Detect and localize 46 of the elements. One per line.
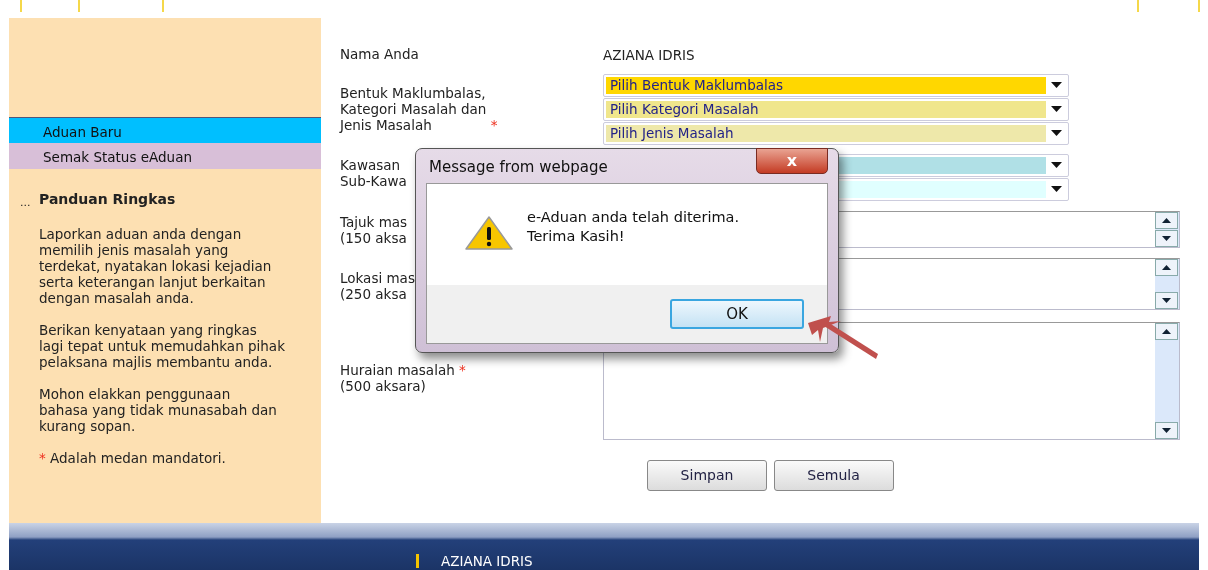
ok-button[interactable]: OK <box>670 299 804 329</box>
scroll-up-button[interactable] <box>1155 211 1178 229</box>
required-asterisk: * <box>459 361 466 378</box>
save-button[interactable]: Simpan <box>647 459 767 491</box>
field-label: Nama Anda <box>340 46 419 62</box>
scroll-down-button[interactable] <box>1155 291 1178 309</box>
reset-button[interactable]: Semula <box>773 459 894 491</box>
dropdown-caret-icon[interactable] <box>1050 106 1062 112</box>
field-label: Bentuk Maklumbalas, Kategori Masalah dan Jenis Masalah <box>340 84 487 133</box>
dropdown-field[interactable]: Pilih Kategori Masalah <box>603 97 1069 121</box>
dropdown-caret-icon[interactable] <box>1050 82 1062 88</box>
menu-item[interactable]: Semak Status eAduan <box>9 143 321 169</box>
field-value: AZIANA IDRIS <box>603 47 695 63</box>
down-arrow-icon[interactable] <box>1162 235 1171 241</box>
dialog-message: e-Aduan anda telah diterima. Terima Kasih! <box>527 208 740 246</box>
field-label: Lokasi mas (250 aksa <box>340 269 415 302</box>
dropdown-caret-icon[interactable] <box>1050 186 1062 192</box>
field-label: Kawasan Sub-Kawa <box>340 156 407 189</box>
required-asterisk: * <box>39 450 46 466</box>
field-label: Tajuk mas (150 aksa <box>340 213 408 246</box>
dropdown-caret-icon[interactable] <box>1050 162 1062 168</box>
scroll-up-button[interactable] <box>1155 258 1178 276</box>
guide-paragraph: Berikan kenyataan yang ringkas lagi tepat untuk memudahkan pihak pelaksana majlis membantu anda. <box>39 322 286 370</box>
user-name: AZIANA IDRIS <box>416 554 533 568</box>
up-arrow-icon[interactable] <box>1162 264 1171 270</box>
guide-paragraph: Mohon elakkan penggunaan bahasa yang tidak munasabah dan kurang sopan. <box>39 386 278 434</box>
field-note: (500 aksara) <box>340 377 426 394</box>
dropdown-field[interactable]: Pilih Bentuk Maklumbalas <box>603 73 1069 97</box>
dialog-title: Message from webpage <box>428 157 609 178</box>
guide-paragraph: Laporkan aduan anda dengan memilih jenis masalah yang terdekat, nyatakan lokasi kejadian serta keterangan lanjut berkaitan dengan masalah anda. <box>39 226 273 306</box>
scroll-down-button[interactable] <box>1155 229 1178 247</box>
ellipsis-mark: ... <box>20 199 31 207</box>
dropdown-caret-icon[interactable] <box>1050 130 1062 136</box>
up-arrow-icon[interactable] <box>1162 217 1171 223</box>
scroll-down-button[interactable] <box>1155 421 1178 439</box>
guide-title: Panduan Ringkas <box>39 190 177 209</box>
warning-icon <box>465 216 513 250</box>
down-arrow-icon[interactable] <box>1162 427 1171 433</box>
field-label: Huraian masalah <box>340 361 455 378</box>
up-arrow-icon[interactable] <box>1162 328 1171 334</box>
dropdown-field[interactable]: Pilih Jenis Masalah <box>603 121 1069 145</box>
scroll-up-button[interactable] <box>1155 322 1178 340</box>
required-asterisk: * <box>490 116 498 133</box>
menu-item[interactable]: Aduan Baru <box>9 117 321 143</box>
down-arrow-icon[interactable] <box>1162 297 1171 303</box>
note-text: Adalah medan mandatori. <box>50 450 226 466</box>
